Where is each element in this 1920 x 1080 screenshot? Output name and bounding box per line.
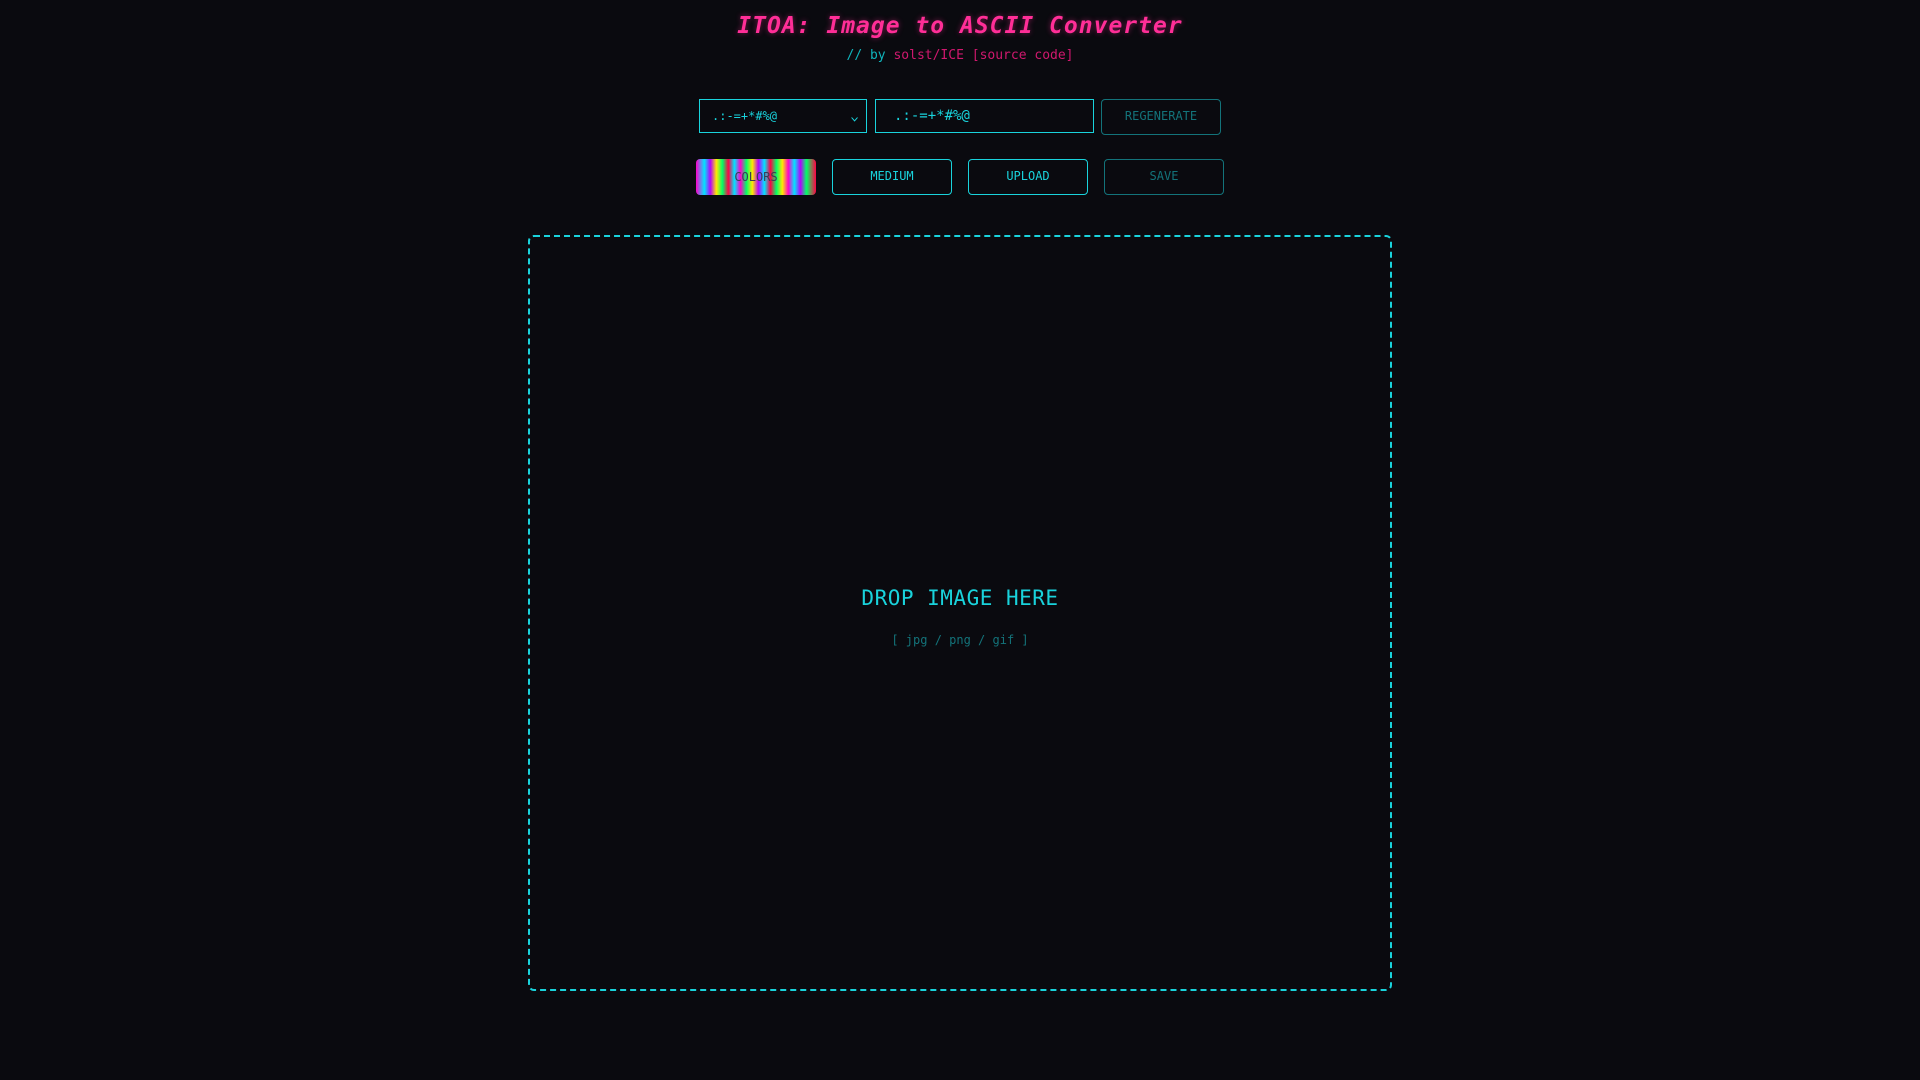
subtitle: // by solst/ICE [source code] <box>0 48 1920 63</box>
colors-button[interactable]: COLORS <box>696 159 816 195</box>
save-button[interactable]: SAVE <box>1104 159 1224 195</box>
author-link[interactable]: solst/ICE <box>893 48 963 63</box>
subtitle-prefix: // by <box>846 48 886 63</box>
dropzone-hint: [ jpg / png / gif ] <box>891 633 1029 647</box>
charset-input[interactable] <box>875 99 1094 133</box>
dropzone-title: DROP IMAGE HERE <box>861 586 1059 610</box>
source-code-link[interactable]: [source code] <box>972 48 1074 63</box>
size-medium-button[interactable]: MEDIUM <box>832 159 952 195</box>
image-dropzone[interactable]: DROP IMAGE HERE [ jpg / png / gif ] <box>528 235 1392 991</box>
charset-select-value: .:-=+*#%@ <box>712 109 778 123</box>
chevron-down-icon: ⌄ <box>849 109 860 123</box>
upload-button[interactable]: UPLOAD <box>968 159 1088 195</box>
regenerate-button[interactable]: REGENERATE <box>1101 99 1221 135</box>
page-title: ITOA: Image to ASCII Converter <box>737 13 1183 39</box>
charset-select[interactable]: .:-=+*#%@ ⌄ <box>699 99 867 133</box>
